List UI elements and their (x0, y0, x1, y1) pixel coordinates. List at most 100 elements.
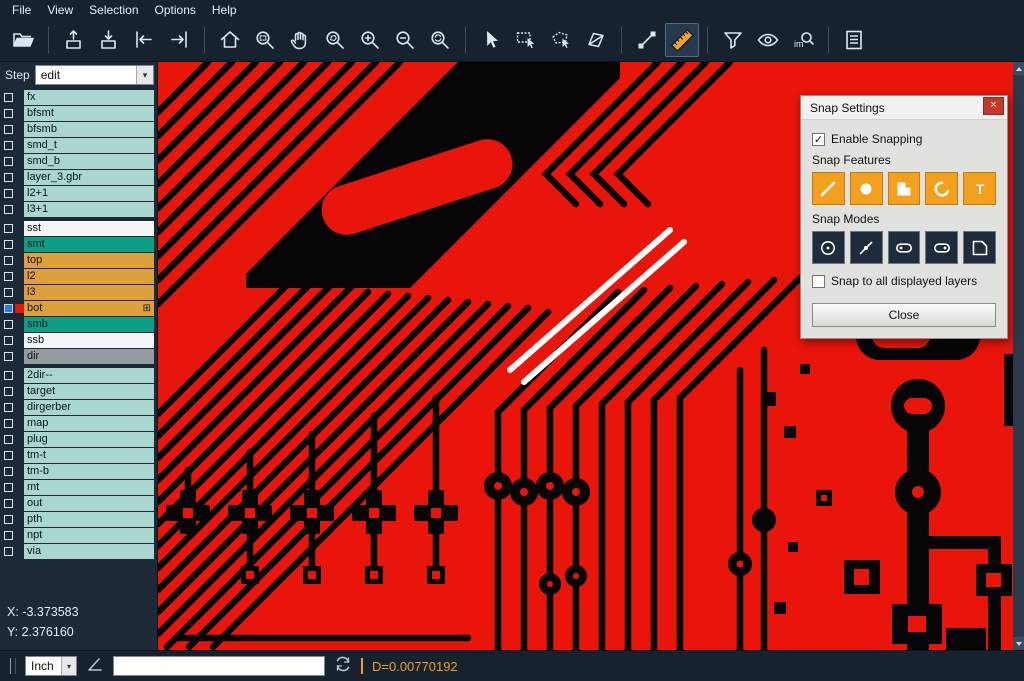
open-button[interactable] (6, 23, 40, 57)
layer-row[interactable]: pth (0, 512, 157, 527)
snap-dialog-close-action-button[interactable]: Close (812, 303, 996, 327)
layer-row[interactable]: out (0, 496, 157, 511)
layer-visibility-checkbox[interactable] (4, 387, 13, 396)
layer-row[interactable]: bfsmt (0, 106, 157, 121)
layer-row[interactable]: tm-t (0, 448, 157, 463)
layer-row[interactable]: map (0, 416, 157, 431)
layer-name[interactable]: smt (24, 237, 154, 252)
grid-icon[interactable]: ⊞ (143, 304, 151, 314)
snap-feature-text-button[interactable]: T (963, 172, 996, 205)
snap-all-layers-checkbox[interactable] (812, 275, 825, 288)
layer-name[interactable]: smb (24, 317, 154, 332)
layer-visibility-checkbox[interactable] (4, 320, 13, 329)
layer-visibility-checkbox[interactable] (4, 483, 13, 492)
line-tool-button[interactable] (630, 23, 664, 57)
snap-dialog-titlebar[interactable]: Snap Settings × (801, 96, 1007, 120)
layer-visibility-checkbox[interactable] (4, 109, 13, 118)
export-top-button[interactable] (57, 23, 91, 57)
menu-file[interactable]: File (4, 2, 39, 18)
layer-visibility-checkbox[interactable] (4, 205, 13, 214)
layer-visibility-checkbox[interactable] (4, 141, 13, 150)
layer-visibility-checkbox[interactable] (4, 499, 13, 508)
snap-mode-slot-right-button[interactable] (925, 231, 958, 264)
zoom-polygon-button[interactable] (318, 23, 352, 57)
layer-visibility-checkbox[interactable] (4, 173, 13, 182)
layer-visibility-checkbox[interactable] (4, 256, 13, 265)
layer-name[interactable]: l3+1 (24, 202, 154, 217)
step-right-button[interactable] (162, 23, 196, 57)
layer-visibility-checkbox[interactable] (4, 403, 13, 412)
layer-row[interactable]: l3+1 (0, 202, 157, 217)
layer-visibility-checkbox[interactable] (4, 224, 13, 233)
layer-name[interactable]: dirgerber (24, 400, 154, 415)
layer-name[interactable]: layer_3.gbr (24, 170, 154, 185)
layer-row[interactable]: 2dir-- (0, 368, 157, 383)
layer-name[interactable]: pth (24, 512, 154, 527)
layer-name[interactable]: fx (24, 90, 154, 105)
layer-name[interactable]: l3 (24, 285, 154, 300)
layer-row[interactable]: npt (0, 528, 157, 543)
snap-mode-slot-left-button[interactable] (888, 231, 921, 264)
enable-snapping-row[interactable]: ✓ Enable Snapping (812, 132, 996, 146)
layer-row[interactable]: layer_3.gbr (0, 170, 157, 185)
snap-feature-arc-button[interactable] (925, 172, 958, 205)
layer-name[interactable]: l2 (24, 269, 154, 284)
chevron-down-icon[interactable]: ▾ (136, 66, 153, 84)
layer-name[interactable]: smd_t (24, 138, 154, 153)
layer-row[interactable]: dir (0, 349, 157, 364)
step-left-button[interactable] (127, 23, 161, 57)
snap-feature-pad-button[interactable] (850, 172, 883, 205)
snap-mode-contour-button[interactable] (963, 231, 996, 264)
layer-name[interactable]: out (24, 496, 154, 511)
layer-visibility-checkbox[interactable] (4, 240, 13, 249)
layer-row[interactable]: bfsmb (0, 122, 157, 137)
layer-name[interactable]: sst (24, 221, 154, 236)
step-select[interactable]: edit ▾ (35, 65, 154, 85)
layer-visibility-checkbox[interactable] (4, 189, 13, 198)
layer-name[interactable]: plug (24, 432, 154, 447)
snap-feature-line-button[interactable] (812, 172, 845, 205)
chevron-down-icon[interactable]: ▾ (61, 657, 76, 675)
layer-visibility-checkbox[interactable] (4, 371, 13, 380)
layer-visibility-checkbox[interactable] (4, 157, 13, 166)
layer-visibility-checkbox[interactable] (4, 336, 13, 345)
zoom-out-button[interactable] (388, 23, 422, 57)
layer-visibility-checkbox[interactable] (4, 435, 13, 444)
snap-mode-edge-button[interactable] (850, 231, 883, 264)
layer-visibility-checkbox[interactable] (4, 515, 13, 524)
zoom-reset-button[interactable] (423, 23, 457, 57)
select-polygon-button[interactable] (544, 23, 578, 57)
layer-name[interactable]: ssb (24, 333, 154, 348)
layer-name[interactable]: bot⊞ (24, 301, 154, 316)
layer-name[interactable]: smd_b (24, 154, 154, 169)
enable-snapping-checkbox[interactable]: ✓ (812, 133, 825, 146)
canvas-vertical-scrollbar[interactable] (1013, 62, 1024, 650)
layer-visibility-checkbox[interactable] (4, 125, 13, 134)
scroll-up-button[interactable] (1013, 62, 1024, 75)
layer-row[interactable]: sst (0, 221, 157, 236)
layer-name[interactable]: 2dir-- (24, 368, 154, 383)
pan-button[interactable] (283, 23, 317, 57)
layer-row[interactable]: l3 (0, 285, 157, 300)
layer-visibility-checkbox[interactable] (4, 352, 13, 361)
snap-dialog-close-button[interactable]: × (983, 97, 1004, 115)
layer-name[interactable]: bfsmt (24, 106, 154, 121)
layer-name[interactable]: npt (24, 528, 154, 543)
zoom-window-button[interactable] (248, 23, 282, 57)
layer-name[interactable]: target (24, 384, 154, 399)
menu-help[interactable]: Help (204, 2, 245, 18)
layer-row[interactable]: plug (0, 432, 157, 447)
transform-button[interactable] (579, 23, 613, 57)
report-button[interactable] (837, 23, 871, 57)
pointer-button[interactable] (474, 23, 508, 57)
layer-name[interactable]: map (24, 416, 154, 431)
layer-visibility-checkbox[interactable] (4, 467, 13, 476)
layer-row[interactable]: fx (0, 90, 157, 105)
layer-name[interactable]: tm-b (24, 464, 154, 479)
layer-row[interactable]: tm-b (0, 464, 157, 479)
unit-select[interactable]: Inch ▾ (25, 656, 77, 676)
layer-row[interactable]: smb (0, 317, 157, 332)
layer-row[interactable]: dirgerber (0, 400, 157, 415)
layer-name[interactable]: l2+1 (24, 186, 154, 201)
layer-name[interactable]: tm-t (24, 448, 154, 463)
